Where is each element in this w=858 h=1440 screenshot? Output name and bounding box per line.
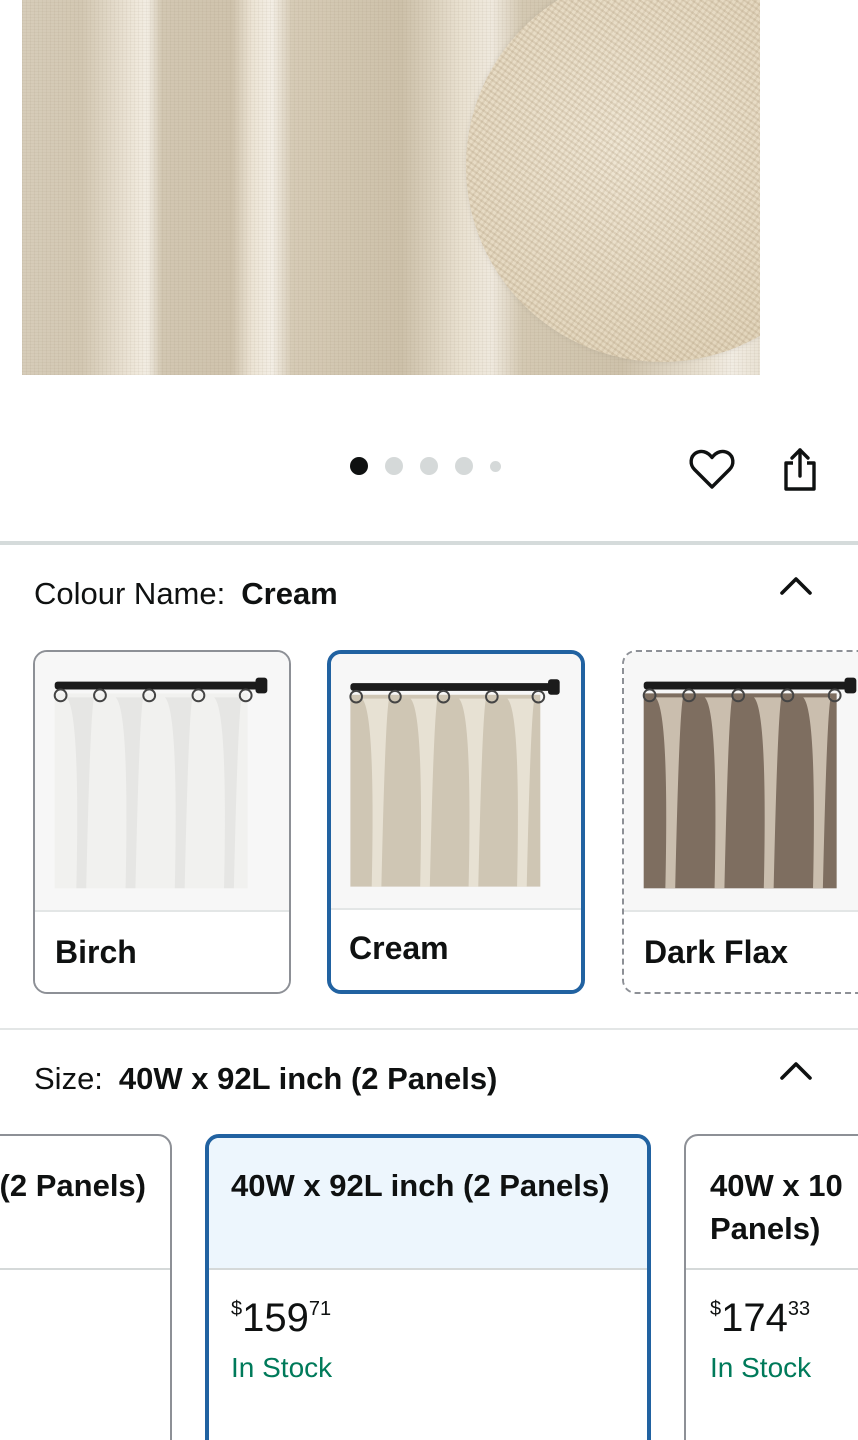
fabric-closeup-image [466, 0, 760, 362]
curtain-image [349, 679, 560, 887]
colour-selected-value: Cream [241, 576, 338, 611]
section-divider [0, 541, 858, 545]
carousel-dot-5[interactable] [490, 460, 501, 472]
colour-option-birch[interactable]: Birch [33, 650, 291, 994]
carousel-dot-4[interactable] [455, 457, 473, 475]
size-option-title: (2 Panels) [0, 1168, 146, 1203]
swatch-thumbnail [35, 652, 289, 910]
curtain-image [53, 677, 268, 889]
price-fraction: 33 [787, 1298, 811, 1320]
price-fraction: 71 [308, 1298, 332, 1320]
carousel-dot-1[interactable] [350, 457, 368, 475]
section-divider [0, 1028, 858, 1030]
size-option-title-line1: 40W x 10 [710, 1168, 843, 1203]
swatch-thumbnail [331, 654, 581, 908]
product-main-image[interactable] [22, 0, 760, 375]
price: $17433 [710, 1296, 810, 1340]
colour-label: Colour Name: [34, 576, 226, 611]
size-label: Size: [34, 1061, 103, 1096]
price-whole: 174 [721, 1296, 788, 1340]
share-button[interactable] [775, 444, 825, 494]
price-whole: 159 [242, 1296, 309, 1340]
colour-option-cream[interactable]: Cream [327, 650, 585, 994]
size-header: Size: 40W x 92L inch (2 Panels) [34, 1061, 497, 1097]
carousel-dot-2[interactable] [385, 457, 403, 475]
size-option-title-line2: Panels) [710, 1211, 821, 1246]
chevron-up-icon[interactable] [778, 1056, 814, 1086]
chevron-up-icon[interactable] [778, 571, 814, 601]
wishlist-button[interactable] [687, 444, 737, 494]
colour-option-label: Birch [55, 934, 137, 970]
product-page: Colour Name: Cream Birch Cream Dark Flax … [0, 0, 858, 1440]
price-symbol: $ [710, 1298, 722, 1320]
size-selected-value: 40W x 92L inch (2 Panels) [118, 1061, 498, 1096]
size-option-title: 40W x 92L inch (2 Panels) [231, 1168, 610, 1203]
size-option-card[interactable]: (2 Panels) [0, 1134, 172, 1440]
size-option-card[interactable]: 40W x 10 Panels) $17433 In Stock [684, 1134, 858, 1440]
colour-option-label: Cream [349, 930, 449, 966]
swatch-thumbnail [624, 652, 858, 910]
share-icon [784, 448, 816, 491]
curtain-image [642, 677, 857, 889]
heart-icon [689, 449, 735, 489]
size-option-title: 40W x 10 Panels) [710, 1164, 843, 1250]
price-symbol: $ [231, 1298, 243, 1320]
stock-status: In Stock [710, 1352, 812, 1383]
stock-status: In Stock [231, 1352, 333, 1383]
image-carousel-indicator [350, 456, 518, 476]
colour-option-label: Dark Flax [644, 934, 789, 970]
carousel-dot-3[interactable] [420, 457, 438, 475]
size-option-card-selected[interactable]: 40W x 92L inch (2 Panels) $15971 In Stoc… [205, 1134, 651, 1440]
colour-option-dark-flax[interactable]: Dark Flax [622, 650, 858, 994]
colour-header: Colour Name: Cream [34, 576, 338, 612]
price: $15971 [231, 1296, 331, 1340]
